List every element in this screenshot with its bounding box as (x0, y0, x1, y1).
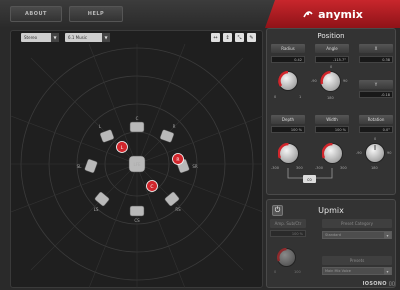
depth-label: Depth (271, 115, 305, 124)
speaker-SL[interactable] (84, 158, 98, 174)
iosono-logo: IOSONO ▯▯ (363, 281, 395, 287)
about-button[interactable]: ABOUT (10, 6, 62, 22)
rotation-bottom: 180 (371, 166, 378, 170)
x-value[interactable]: 0.38 (359, 56, 393, 63)
speaker-label: SR (192, 164, 198, 169)
source-L[interactable]: L (116, 141, 128, 153)
iosono-mark-icon: ▯▯ (388, 281, 395, 287)
preset-category-select[interactable]: Standard ▾ (322, 231, 392, 239)
radius-label: Radius (271, 44, 305, 53)
radius-value[interactable]: 0.42 (271, 56, 305, 63)
speaker-label: SL (77, 164, 83, 169)
amp-knob[interactable] (277, 248, 296, 267)
output-format-value: 6.1 Music (68, 35, 88, 40)
width-indicator (322, 143, 333, 159)
source-label: R (176, 157, 179, 163)
depth-value[interactable]: 100 % (271, 126, 305, 133)
input-format-select[interactable]: Stereo ▼ (21, 33, 59, 42)
speaker-label: RS (175, 207, 181, 212)
x-label: X (359, 44, 393, 53)
brand-name: anymix (318, 7, 363, 21)
presets-label: Presets (322, 256, 392, 265)
rotation-right: 90 (387, 151, 392, 155)
angle-bottom: 180 (327, 96, 334, 100)
rotation-knob[interactable] (365, 143, 385, 163)
amp-value[interactable]: 100 % (270, 230, 306, 237)
depth-indicator (278, 143, 289, 159)
width-value[interactable]: 100 % (315, 126, 349, 133)
radius-knob[interactable] (278, 71, 298, 91)
speaker-label: R (173, 124, 176, 129)
rotation-label: Rotation (359, 115, 393, 124)
radius-min: 0 (274, 95, 277, 99)
angle-right: 90 (343, 79, 348, 83)
anymix-logo-icon (303, 11, 313, 18)
horizontal-arrows-icon[interactable]: ↔ (211, 33, 220, 42)
output-format-select[interactable]: 6.1 Music ▼ (65, 33, 110, 42)
chevron-down-icon: ▼ (51, 33, 59, 42)
y-label: Y (359, 80, 393, 89)
source-R[interactable]: R (172, 153, 184, 165)
diagonal-icon[interactable]: ⤡ (235, 33, 244, 42)
amp-min: 0 (274, 270, 277, 274)
speaker-panel: Stereo ▼ 6.1 Music ▼ ↔ ↕ ⤡ ✎ C L R SL SR… (10, 30, 263, 288)
amp-max: 100 (294, 270, 301, 274)
speaker-label: CS (134, 218, 140, 223)
chevron-down-icon: ▾ (384, 268, 391, 275)
speaker-label: C (136, 116, 139, 121)
vertical-arrows-icon[interactable]: ↕ (223, 33, 232, 42)
width-max: 300 (340, 166, 347, 170)
preset-category-label: Preset Category (322, 219, 392, 228)
chevron-down-icon: ▾ (384, 232, 391, 239)
upmix-title: Upmix (318, 206, 344, 215)
speaker-field[interactable]: C L R SL SR LFE LS RS CS L R C (11, 44, 263, 288)
rotation-value[interactable]: 0.0° (359, 126, 393, 133)
angle-indicator (320, 71, 331, 85)
radius-indicator (278, 71, 289, 87)
source-C[interactable]: C (146, 180, 158, 192)
pencil-icon[interactable]: ✎ (247, 33, 256, 42)
upmix-panel: ⏻ Upmix Amp. Sub/Ctr Preset Category 100… (266, 199, 396, 288)
angle-knob[interactable] (320, 71, 341, 92)
width-knob[interactable] (322, 143, 343, 164)
rotation-left: -90 (356, 151, 362, 155)
amp-label: Amp. Sub/Ctr (270, 219, 306, 228)
y-value[interactable]: -0.18 (359, 91, 393, 98)
speaker-label: LS (94, 207, 99, 212)
help-button[interactable]: HELP (69, 6, 123, 22)
angle-value[interactable]: -115.7° (315, 56, 349, 63)
width-label: Width (315, 115, 349, 124)
presets-select[interactable]: Main Mix Voice ▾ (322, 267, 392, 275)
input-format-value: Stereo (24, 35, 38, 40)
amp-indicator (277, 248, 287, 262)
preset-category-value: Standard (325, 233, 341, 237)
position-panel: Position Radius Angle X 0.42 -115.7° 0.3… (266, 28, 396, 195)
angle-top: 0 (330, 65, 333, 69)
source-label: C (150, 184, 153, 190)
angle-left: -90 (311, 79, 317, 83)
rotation-indicator (374, 145, 376, 150)
speaker-label: LFE (133, 162, 141, 167)
brand-logo: anymix (265, 0, 400, 28)
presets-value: Main Mix Voice (325, 269, 351, 273)
depth-min: -300 (271, 166, 279, 170)
speaker-R[interactable] (159, 129, 175, 143)
speaker-CS[interactable] (129, 205, 145, 217)
link-button[interactable]: co (303, 175, 316, 183)
rotation-top: 0 (374, 137, 377, 141)
angle-label: Angle (315, 44, 349, 53)
chevron-down-icon: ▼ (102, 33, 110, 42)
footer-brand-text: IOSONO (362, 281, 387, 287)
position-title: Position (317, 32, 345, 40)
radius-max: 1 (299, 95, 302, 99)
depth-knob[interactable] (278, 143, 299, 164)
speaker-C[interactable] (129, 121, 145, 133)
speaker-L[interactable] (99, 129, 115, 143)
